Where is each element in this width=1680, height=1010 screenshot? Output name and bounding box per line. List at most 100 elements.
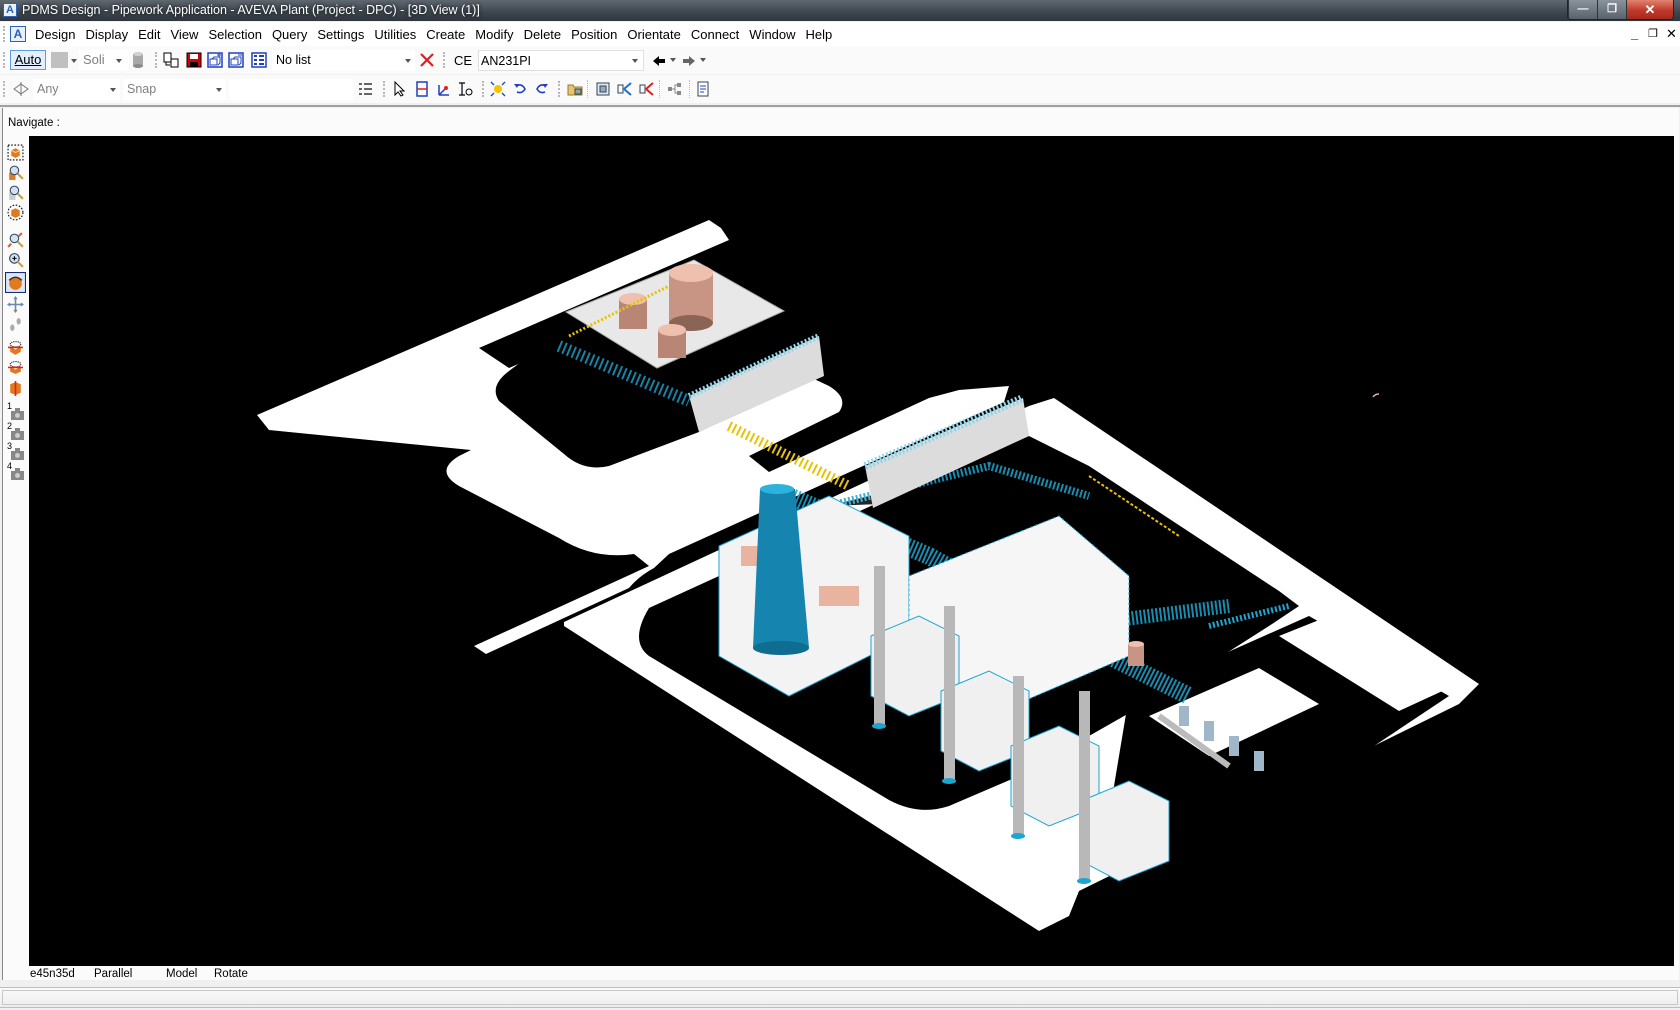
menu-view[interactable]: View xyxy=(166,25,204,44)
mdi-minimize-button[interactable]: _ xyxy=(1631,26,1638,41)
toolbar-grip[interactable] xyxy=(155,52,157,68)
toolbar-grip[interactable] xyxy=(383,81,385,97)
menu-selection[interactable]: Selection xyxy=(203,25,266,44)
color-swatch[interactable] xyxy=(51,52,68,68)
clip-ce-icon[interactable] xyxy=(7,360,24,377)
restore-button[interactable]: ❐ xyxy=(1597,0,1626,19)
menu-items: Design Display Edit View Selection Query… xyxy=(30,25,837,44)
text-cursor-icon[interactable] xyxy=(457,81,473,97)
limits-icon[interactable] xyxy=(595,81,611,97)
snap-value-field[interactable] xyxy=(229,79,353,100)
color-dropdown-arrow[interactable] xyxy=(71,59,77,63)
saved-view-1-icon[interactable]: 1 xyxy=(7,401,24,421)
copy-icon[interactable] xyxy=(163,52,179,68)
snap-dropdown-arrow[interactable] xyxy=(216,88,222,92)
select-pointer-icon[interactable] xyxy=(392,81,408,97)
list-select[interactable]: No list xyxy=(272,50,415,71)
view-limits-icon[interactable] xyxy=(7,144,24,161)
menu-display[interactable]: Display xyxy=(80,25,133,44)
menu-position[interactable]: Position xyxy=(566,25,622,44)
zoom-selection-icon[interactable] xyxy=(7,184,24,201)
plant-model-render[interactable] xyxy=(29,136,1674,966)
save-icon[interactable] xyxy=(186,52,202,68)
menu-window[interactable]: Window xyxy=(744,25,800,44)
back-history-arrow[interactable] xyxy=(670,58,676,62)
menu-utilities[interactable]: Utilities xyxy=(369,25,421,44)
menu-help[interactable]: Help xyxy=(801,25,838,44)
mdi-close-button[interactable]: ✕ xyxy=(1666,26,1677,42)
rotate-icon[interactable] xyxy=(5,272,26,293)
menu-create[interactable]: Create xyxy=(421,25,470,44)
clip-plane-icon[interactable] xyxy=(7,340,24,357)
window-title: PDMS Design - Pipework Application - AVE… xyxy=(22,3,480,17)
walk-icon[interactable] xyxy=(7,316,24,333)
list-dropdown-arrow[interactable] xyxy=(405,59,411,63)
navigate-label: Navigate : xyxy=(8,117,60,129)
list-icon[interactable] xyxy=(251,52,267,68)
folder-view-icon[interactable] xyxy=(567,81,583,97)
hierarchy-icon[interactable] xyxy=(667,81,683,97)
pick-filter-select[interactable]: Any xyxy=(33,79,120,100)
toolbar-grip[interactable] xyxy=(558,81,560,97)
zoom-in-icon[interactable] xyxy=(7,252,24,269)
light-icon[interactable] xyxy=(490,81,506,97)
menu-connect[interactable]: Connect xyxy=(686,25,744,44)
selection-toolbar: Any Snap xyxy=(0,75,1680,103)
menu-delete[interactable]: Delete xyxy=(519,25,567,44)
toolbar-grip[interactable] xyxy=(482,81,484,97)
expand-icon[interactable] xyxy=(617,81,633,97)
close-button[interactable]: ✕ xyxy=(1626,0,1673,19)
view-direction: e45n35d xyxy=(30,968,75,980)
undo-icon[interactable] xyxy=(512,81,528,97)
remove-from-list-icon[interactable] xyxy=(228,52,244,68)
menu-bar: A Design Display Edit View Selection Que… xyxy=(0,22,1680,46)
mouse-mode: Rotate xyxy=(214,968,248,980)
add-to-list-icon[interactable] xyxy=(207,52,223,68)
saved-view-4-icon[interactable]: 4 xyxy=(7,461,24,481)
auto-color-button[interactable]: Auto xyxy=(10,50,46,70)
menu-orientate[interactable]: Orientate xyxy=(622,25,685,44)
stray-pipe-fragment xyxy=(1372,393,1380,398)
mdi-restore-button[interactable]: ❐ xyxy=(1648,27,1658,40)
ce-dropdown-arrow[interactable] xyxy=(632,59,638,63)
menu-design[interactable]: Design xyxy=(30,25,80,44)
toolbar-separator xyxy=(689,80,691,98)
redo-icon[interactable] xyxy=(534,81,550,97)
saved-view-2-icon[interactable]: 2 xyxy=(7,421,24,441)
view-all-icon[interactable] xyxy=(7,204,24,221)
back-arrow-icon[interactable] xyxy=(651,53,667,69)
menu-edit[interactable]: Edit xyxy=(133,25,165,44)
menu-query[interactable]: Query xyxy=(267,25,312,44)
menu-settings[interactable]: Settings xyxy=(312,25,369,44)
zoom-ce-icon[interactable] xyxy=(7,164,24,181)
render-style-dropdown-arrow[interactable] xyxy=(116,59,122,63)
application-status-bar xyxy=(0,987,1680,1008)
axes-icon[interactable] xyxy=(435,81,451,97)
grid-icon[interactable] xyxy=(358,81,374,97)
select-box-icon[interactable] xyxy=(414,81,430,97)
cylinder-icon[interactable] xyxy=(131,51,145,69)
collapse-icon[interactable] xyxy=(639,81,655,97)
menu-modify[interactable]: Modify xyxy=(470,25,518,44)
3d-viewport[interactable] xyxy=(29,136,1674,966)
saved-view-3-icon[interactable]: 3 xyxy=(7,441,24,461)
zoom-window-icon[interactable] xyxy=(7,232,24,249)
forward-history-arrow[interactable] xyxy=(700,58,706,62)
list-select-value: No list xyxy=(276,53,311,67)
pick-filter-dropdown-arrow[interactable] xyxy=(110,88,116,92)
document-icon[interactable]: A xyxy=(10,26,26,42)
clear-list-icon[interactable] xyxy=(419,52,435,68)
toolbar-grip[interactable] xyxy=(443,52,445,68)
report-icon[interactable] xyxy=(695,81,711,97)
current-element-field[interactable]: AN231PI xyxy=(478,50,644,71)
section-icon[interactable] xyxy=(7,380,24,397)
menubar-grip[interactable] xyxy=(3,26,7,42)
toolbar-grip[interactable] xyxy=(3,52,5,68)
toolbar-grip[interactable] xyxy=(3,81,5,97)
pan-icon[interactable] xyxy=(7,296,24,313)
minimize-button[interactable]: — xyxy=(1568,0,1597,19)
snap-select[interactable]: Snap xyxy=(123,79,226,100)
title-bar: A PDMS Design - Pipework Application - A… xyxy=(0,0,1680,21)
forward-arrow-icon[interactable] xyxy=(681,53,697,69)
render-style-value: Soli xyxy=(83,52,105,67)
